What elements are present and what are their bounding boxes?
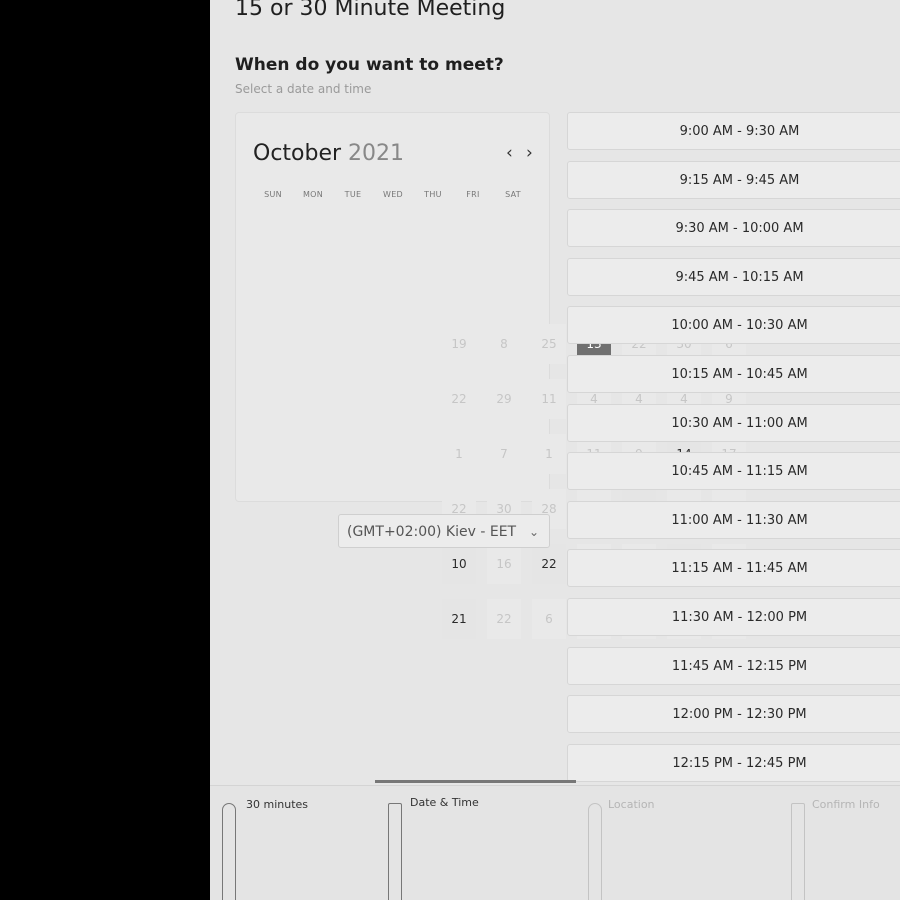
scheduling-page: 15 or 30 Minute Meeting When do you want… [210, 0, 900, 900]
time-slot-button[interactable]: 10:00 AM - 10:30 AM [567, 306, 900, 345]
time-slot-button[interactable]: 11:45 AM - 12:15 PM [567, 646, 900, 685]
next-month-button[interactable]: › [526, 143, 533, 163]
time-slot-button[interactable]: 12:15 PM - 12:45 PM [567, 743, 900, 782]
calendar-day[interactable]: 29 [487, 379, 521, 419]
calendar-month: October [253, 141, 342, 166]
calendar-day[interactable]: 25 [532, 324, 566, 364]
weekday-thu: THU [424, 190, 442, 199]
calendar-day[interactable]: 22 [487, 599, 521, 639]
weekday-fri: FRI [466, 190, 480, 199]
calendar-icon [388, 803, 402, 900]
checklist-icon [791, 803, 805, 900]
calendar-day[interactable]: 6 [532, 599, 566, 639]
calendar-day[interactable]: 10 [442, 544, 476, 584]
timezone-select[interactable]: (GMT+02:00) Kiev - EET ⌄ [338, 514, 550, 548]
time-slot-button[interactable]: 9:45 AM - 10:15 AM [567, 257, 900, 296]
weekday-wed: WED [382, 190, 404, 199]
section-heading: When do you want to meet? [235, 55, 504, 75]
timezone-value: (GMT+02:00) Kiev - EET [347, 524, 517, 540]
step-navigation: 30 minutes Date & Time Location Confirm … [210, 785, 900, 900]
duration-step-icon [222, 803, 236, 900]
calendar-day[interactable]: 22 [442, 379, 476, 419]
calendar-month-title: October 2021 [253, 141, 404, 166]
time-slot-button[interactable]: 10:15 AM - 10:45 AM [567, 355, 900, 393]
time-slot-button[interactable]: 9:00 AM - 9:30 AM [567, 112, 900, 150]
step-confirm-info[interactable]: Confirm Info [812, 798, 880, 811]
time-slot-button[interactable]: 9:30 AM - 10:00 AM [567, 209, 900, 248]
time-slot-button[interactable]: 11:15 AM - 11:45 AM [567, 549, 900, 588]
time-slot-button[interactable]: 10:45 AM - 11:15 AM [567, 452, 900, 491]
time-slot-button[interactable]: 10:30 AM - 11:00 AM [567, 403, 900, 442]
previous-month-button[interactable]: ‹ [506, 143, 513, 163]
calendar-day[interactable]: 8 [487, 324, 521, 364]
calendar-day[interactable]: 11 [532, 379, 566, 419]
time-slot-button[interactable]: 9:15 AM - 9:45 AM [567, 160, 900, 199]
calendar-year: 2021 [348, 141, 405, 166]
calendar-day[interactable]: 7 [487, 434, 521, 474]
calendar-day[interactable]: 22 [532, 544, 566, 584]
calendar-day[interactable]: 1 [532, 434, 566, 474]
weekday-sat: SAT [505, 190, 521, 199]
weekday-mon: MON [302, 190, 324, 199]
time-slot-button[interactable]: 12:00 PM - 12:30 PM [567, 695, 900, 734]
step-progress-bar [375, 780, 576, 783]
time-slot-button[interactable]: 11:00 AM - 11:30 AM [567, 500, 900, 539]
time-slot-button[interactable]: 11:30 AM - 12:00 PM [567, 598, 900, 636]
location-pin-icon [588, 803, 602, 900]
chevron-down-icon: ⌄ [528, 525, 539, 539]
calendar-day[interactable]: 1 [442, 434, 476, 474]
step-location[interactable]: Location [608, 798, 655, 811]
step-duration[interactable]: 30 minutes [246, 798, 308, 811]
weekday-header: SUN MON TUE WED THU FRI SAT [253, 190, 533, 199]
weekday-tue: TUE [344, 190, 362, 199]
section-hint: Select a date and time [235, 82, 372, 96]
calendar-day[interactable]: 19 [442, 324, 476, 364]
step-date-time[interactable]: Date & Time [410, 796, 479, 809]
page-title: 15 or 30 Minute Meeting [235, 0, 506, 21]
calendar-day[interactable]: 21 [442, 599, 476, 639]
calendar-day[interactable]: 16 [487, 544, 521, 584]
weekday-sun: SUN [264, 190, 282, 199]
